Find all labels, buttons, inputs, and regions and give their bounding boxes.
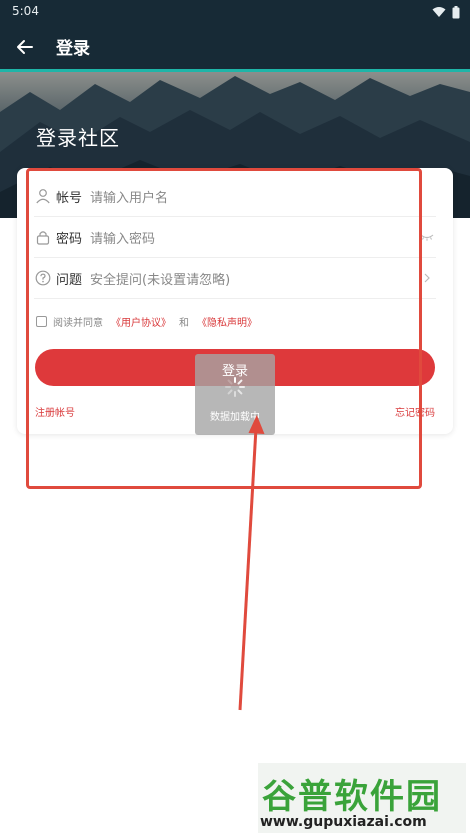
watermark: 谷普软件园 www.gupuxiazai.com bbox=[258, 763, 466, 833]
watermark-url: www.gupuxiazai.com bbox=[260, 814, 427, 830]
watermark-title: 谷普软件园 bbox=[262, 777, 442, 817]
annotation-arrow bbox=[238, 415, 265, 711]
